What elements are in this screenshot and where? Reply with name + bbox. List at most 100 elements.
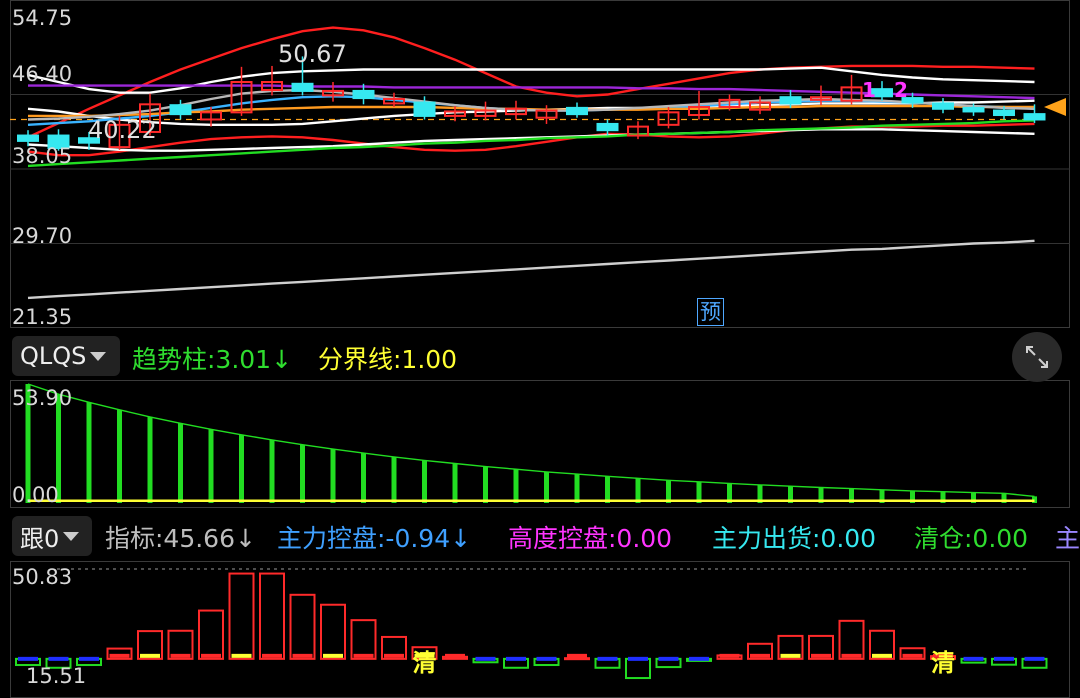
candle-body xyxy=(962,106,985,113)
boundary-line-value: 分界线:1.00 xyxy=(318,345,458,374)
gen-bar-base-mark xyxy=(18,656,38,661)
trend-bar xyxy=(452,463,458,503)
gen-bar-base-mark xyxy=(750,653,770,658)
gen-bar-base-mark xyxy=(231,653,252,658)
low-annotation: 40.22 xyxy=(88,116,157,144)
gen-item-high-control: 高度控盘:0.00 xyxy=(508,524,673,553)
trend-bar xyxy=(117,409,122,503)
candle-body xyxy=(1023,113,1046,121)
candle-body xyxy=(413,101,436,117)
gen-bar-base-mark xyxy=(994,656,1014,661)
gen-bar-base-mark xyxy=(536,656,557,661)
qlqs-indicator-selector[interactable]: QLQS xyxy=(12,336,120,376)
gen-bar-base-mark xyxy=(170,653,191,658)
trend-bar xyxy=(86,402,92,503)
gen-bar-base-mark xyxy=(567,653,587,658)
price-label-bottom: 21.35 xyxy=(12,305,73,329)
gen-item-more: 主 xyxy=(1055,524,1080,553)
trend-bar xyxy=(147,416,153,503)
qlqs-y-top: 53.90 xyxy=(12,386,73,410)
gen-bar-base-mark xyxy=(841,653,862,658)
marker-1: 1 xyxy=(862,78,876,102)
gen-bar-base-mark xyxy=(811,653,831,658)
gen-y-top: 50.83 xyxy=(12,565,73,589)
predict-badge[interactable]: 预 xyxy=(697,298,724,326)
gen-bar xyxy=(320,603,346,660)
candle-body xyxy=(352,89,375,100)
expand-icon xyxy=(1026,346,1048,368)
gen-item-indicator: 指标:45.66↓ xyxy=(105,524,256,553)
trend-bar xyxy=(330,449,336,503)
clear-marker: 清 xyxy=(931,649,955,677)
gen-bar xyxy=(198,609,224,660)
gen-bar-base-mark xyxy=(48,656,69,661)
gen-bar-base-mark xyxy=(475,656,496,661)
gen-selector-label: 跟0 xyxy=(20,524,60,553)
candle-body xyxy=(566,106,588,116)
gen-bar-base-mark xyxy=(353,653,374,658)
price-label-2: 46.40 xyxy=(12,62,73,86)
gen-bar-base-mark xyxy=(628,656,648,661)
candle-body xyxy=(17,134,39,142)
gen-bar-base-mark xyxy=(201,653,221,658)
gen-bar-base-mark xyxy=(689,656,709,661)
gen-bar xyxy=(625,657,651,680)
candle-body xyxy=(779,96,802,105)
gen-bar-base-mark xyxy=(506,656,526,661)
trend-bar xyxy=(422,460,427,503)
gen-bar-base-mark xyxy=(323,653,343,658)
gen-bar-base-mark xyxy=(719,653,740,658)
candle-body xyxy=(596,122,619,132)
indicator-line xyxy=(27,26,1035,139)
trend-bar xyxy=(483,466,488,503)
trend-bar xyxy=(178,423,183,503)
trend-bar xyxy=(635,478,641,503)
gen-bar-base-mark xyxy=(109,653,130,658)
gen-bar-base-mark xyxy=(445,653,465,658)
gen-bar-base-mark xyxy=(872,653,892,658)
gen-item-clear: 清仓:0.00 xyxy=(914,524,1029,553)
gen-bar xyxy=(350,619,377,660)
chevron-down-icon xyxy=(63,531,80,541)
candle-body xyxy=(932,102,954,110)
clear-marker: 清 xyxy=(413,649,437,677)
gen-y-bottom: 15.51 xyxy=(26,664,87,688)
candle-body xyxy=(169,104,192,116)
gen-bar-base-mark xyxy=(780,653,801,658)
gen-indicator-selector[interactable]: 跟0 xyxy=(12,516,92,556)
trend-bar xyxy=(513,469,519,503)
trend-bar xyxy=(605,476,610,503)
current-price-pointer-icon xyxy=(1044,98,1066,116)
gen-bar-base-mark xyxy=(658,656,679,661)
gen-bar xyxy=(289,593,316,660)
gen-bar-base-mark xyxy=(140,653,160,658)
high-annotation: 50.67 xyxy=(278,40,347,68)
price-label-4: 29.70 xyxy=(12,224,73,248)
gen-bar xyxy=(228,572,255,660)
marker-2: 2 xyxy=(894,78,908,102)
candle-body xyxy=(993,109,1015,117)
trend-bar xyxy=(269,439,275,503)
trend-bar xyxy=(361,453,366,503)
gen-bar-base-mark xyxy=(384,653,404,658)
trend-bar xyxy=(239,434,244,503)
trend-bar-value: 趋势柱:3.01↓ xyxy=(132,345,293,374)
trend-bar xyxy=(208,429,214,503)
gen-bar-base-mark xyxy=(79,656,99,661)
trend-bar xyxy=(574,474,580,503)
candle-body xyxy=(291,82,314,92)
trend-bar xyxy=(544,471,549,503)
gen-bar xyxy=(259,572,285,660)
price-label-3: 38.05 xyxy=(12,144,73,168)
gen-bar xyxy=(838,619,865,660)
gen-bar-base-mark xyxy=(597,656,618,661)
trend-bar xyxy=(391,456,397,503)
gen-bar-base-mark xyxy=(963,656,984,661)
gen-item-main-control: 主力控盘:-0.94↓ xyxy=(277,524,472,553)
trend-bar xyxy=(300,444,305,503)
qlqs-selector-label: QLQS xyxy=(20,342,87,370)
expand-button[interactable] xyxy=(1012,332,1062,382)
gen-bar-base-mark xyxy=(1024,656,1045,661)
gen-bar-base-mark xyxy=(262,653,282,658)
qlqs-y-bottom: 0.00 xyxy=(12,483,59,507)
